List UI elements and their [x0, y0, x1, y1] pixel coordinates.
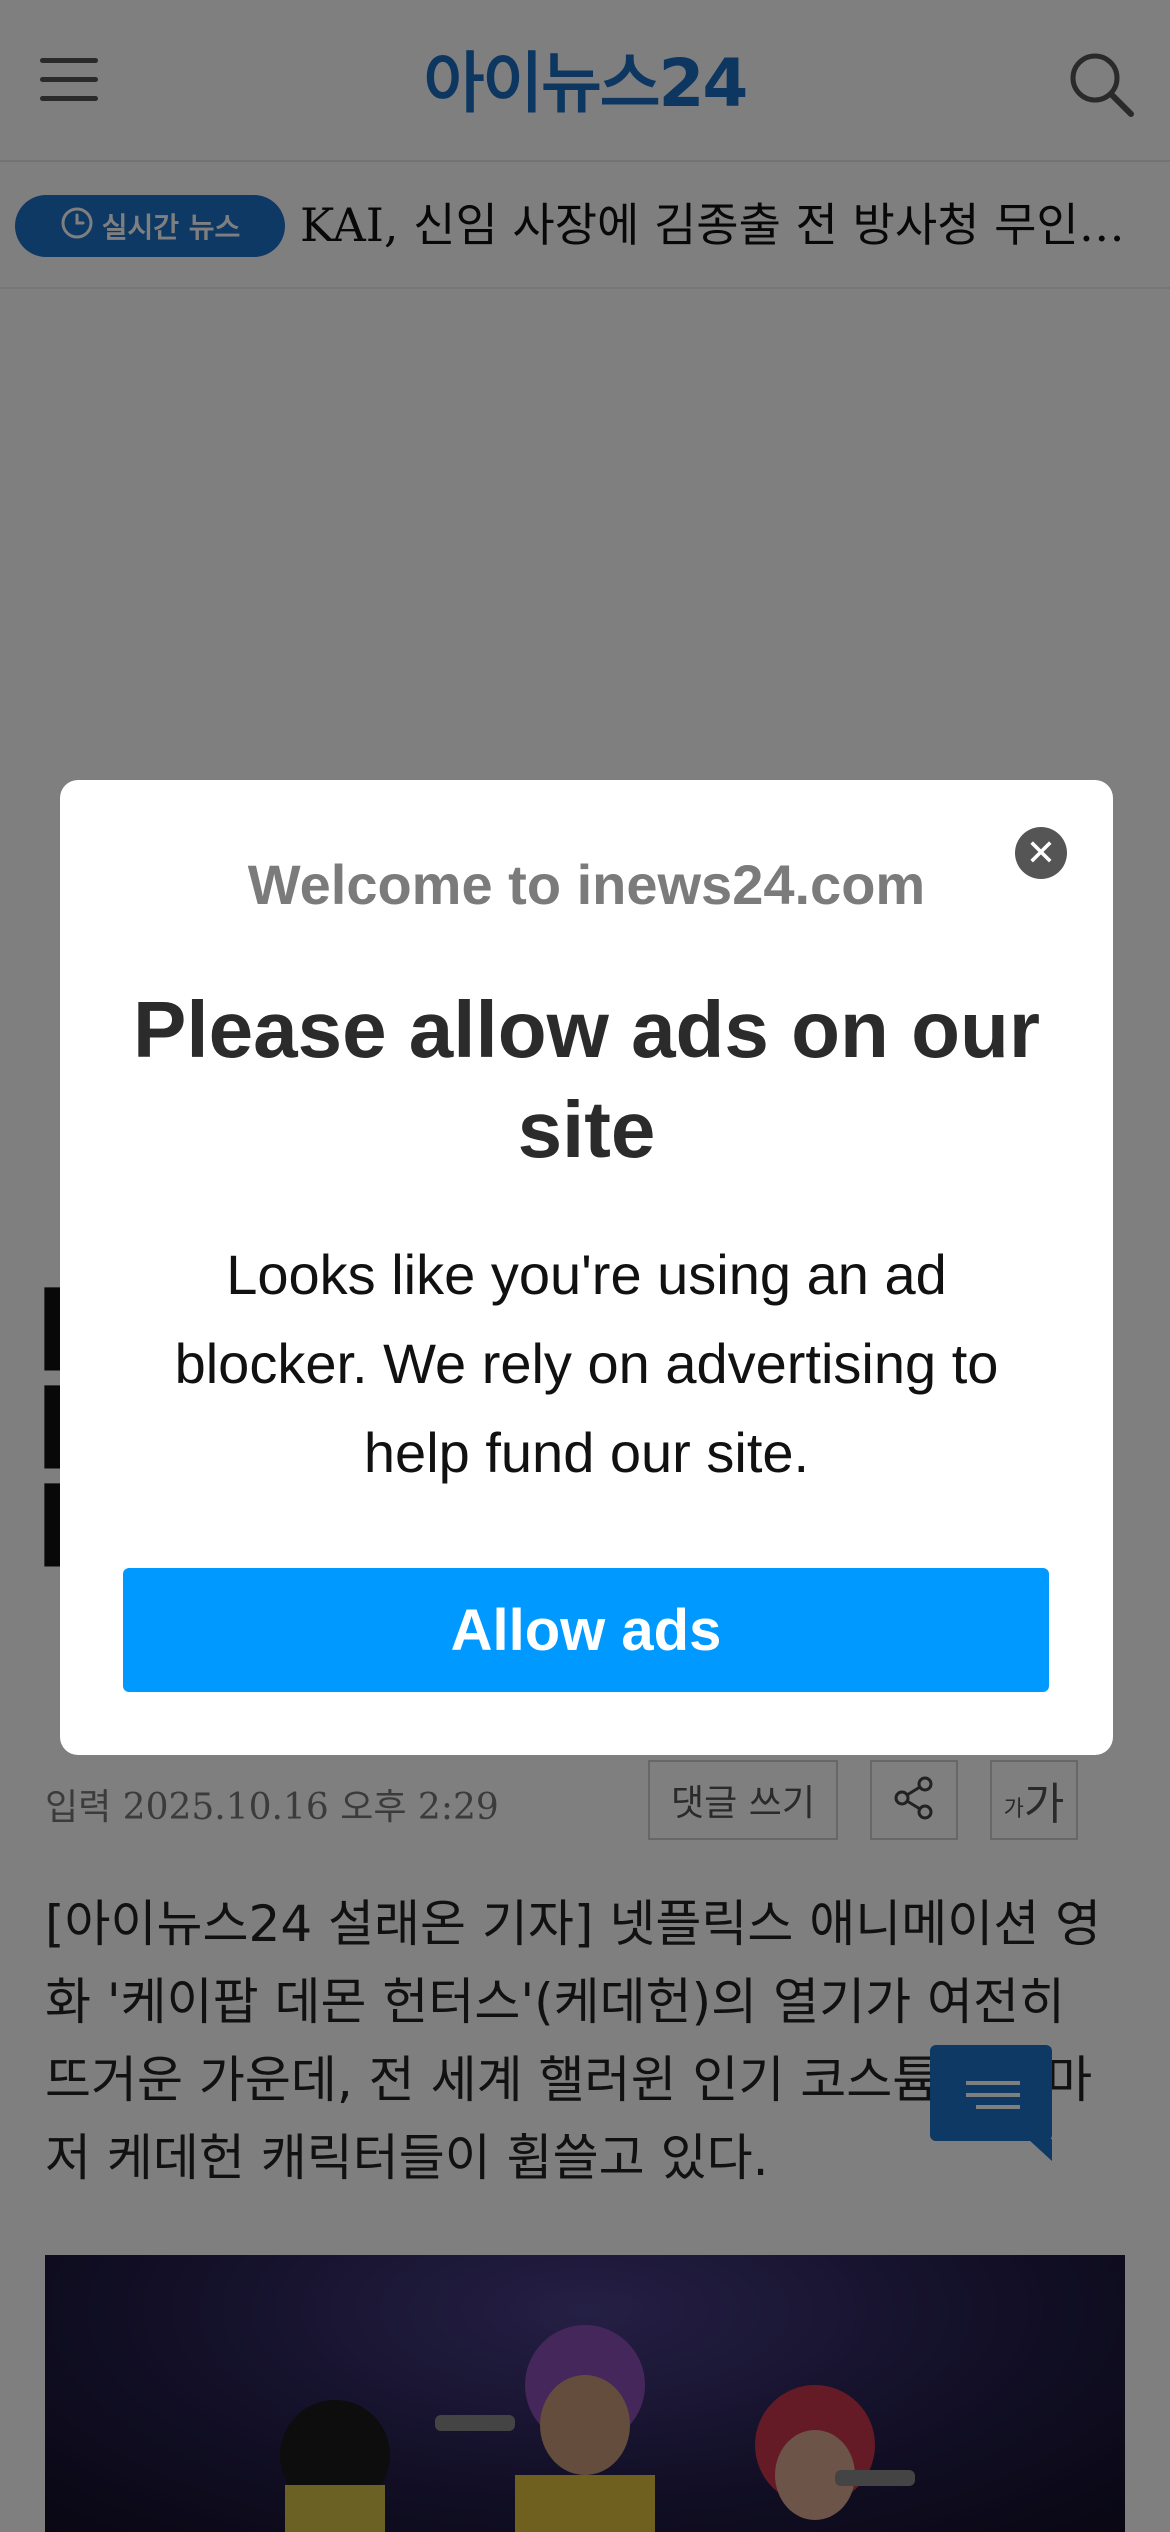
allow-ads-button[interactable]: Allow ads: [123, 1568, 1049, 1692]
modal-welcome: Welcome to inews24.com: [247, 853, 926, 916]
adblock-modal: ✕ Welcome to inews24.com Please allow ad…: [60, 780, 1113, 1755]
modal-message: Looks like you're using an ad blocker. W…: [174, 1243, 999, 1484]
modal-heading: Please allow ads on our site: [133, 985, 1040, 1174]
